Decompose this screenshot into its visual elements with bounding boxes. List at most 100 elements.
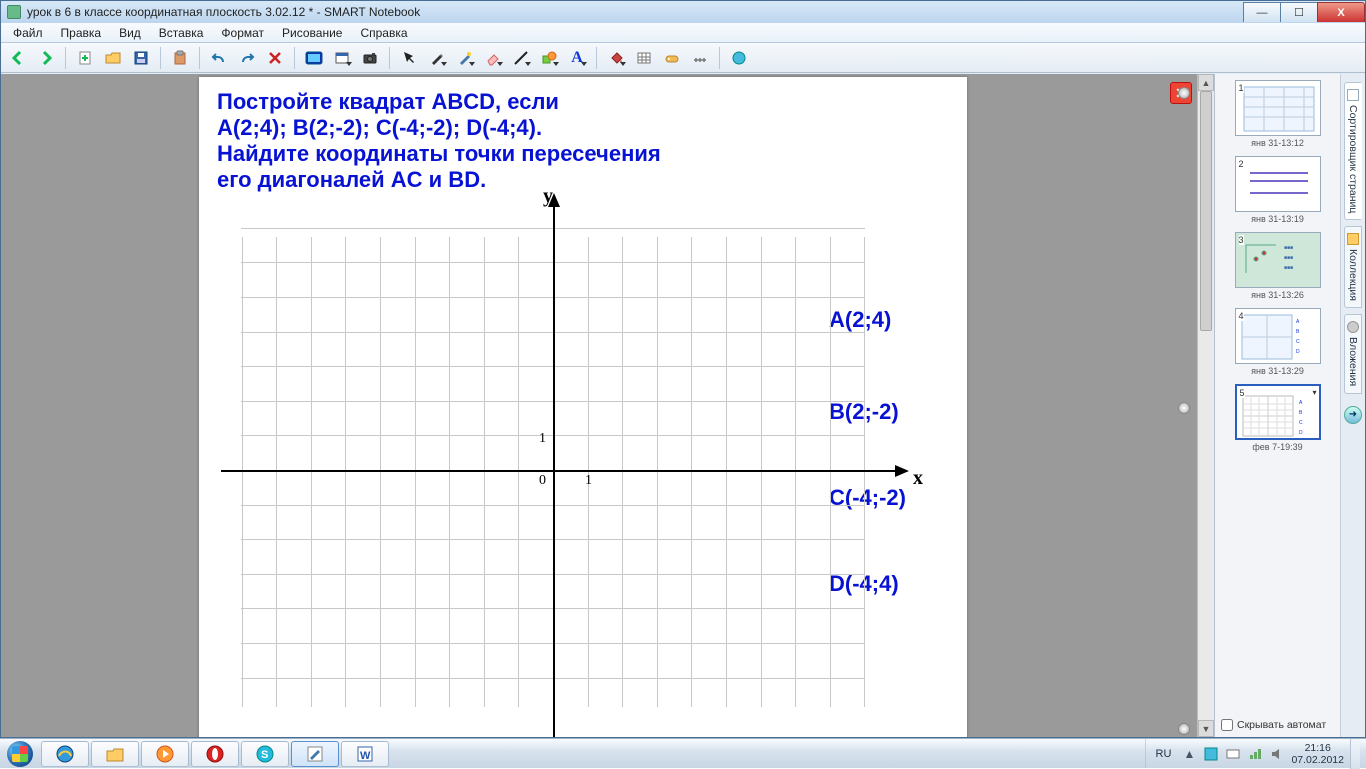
gallery-icon <box>1347 233 1359 245</box>
menu-edit[interactable]: Правка <box>53 24 110 42</box>
handle-icon[interactable] <box>1178 87 1190 99</box>
toolbar: A <box>1 43 1365 73</box>
creative-pen-icon[interactable] <box>452 46 478 70</box>
thumb-number: 3 <box>1239 235 1244 245</box>
task-ie[interactable] <box>41 741 89 767</box>
menu-insert[interactable]: Вставка <box>151 24 212 42</box>
task-word[interactable]: W <box>341 741 389 767</box>
task-opera[interactable] <box>191 741 239 767</box>
thumbnail[interactable]: 4 ABCD янв 31-13:29 <box>1235 308 1321 376</box>
window-controls: — ☐ X <box>1244 2 1365 22</box>
tab-page-sorter[interactable]: Сортировщик страниц <box>1344 82 1362 220</box>
toolbar-separator <box>596 47 597 69</box>
fill-icon[interactable] <box>603 46 629 70</box>
y-axis-label: у <box>543 185 553 208</box>
delete-icon[interactable] <box>262 46 288 70</box>
menu-format[interactable]: Формат <box>213 24 272 42</box>
slide-page[interactable]: Постройте квадрат ABCD, если A(2;4); B(2… <box>199 77 967 737</box>
collapse-panel-icon[interactable]: ➜ <box>1344 406 1362 424</box>
svg-text:W: W <box>360 750 371 762</box>
thumb-timestamp: фев 7-19:39 <box>1235 442 1321 452</box>
pen-icon[interactable] <box>424 46 450 70</box>
tab-gallery[interactable]: Коллекция <box>1344 226 1362 308</box>
paperclip-icon <box>1347 321 1359 333</box>
clock-date: 07.02.2012 <box>1291 754 1344 766</box>
table-icon[interactable] <box>631 46 657 70</box>
thumbnail[interactable]: 2 янв 31-13:19 <box>1235 156 1321 224</box>
paste-icon[interactable] <box>167 46 193 70</box>
thumbnail[interactable]: 1 янв 31-13:12 <box>1235 80 1321 148</box>
clock[interactable]: 21:16 07.02.2012 <box>1291 742 1344 766</box>
smart-icon[interactable] <box>726 46 752 70</box>
svg-text:■■■: ■■■ <box>1284 265 1293 271</box>
start-button[interactable] <box>0 739 40 769</box>
camera-icon[interactable] <box>357 46 383 70</box>
origin-label: 0 <box>539 473 546 489</box>
tray-action-icon[interactable] <box>1225 746 1241 762</box>
thumbnail[interactable]: 3 ■■■■■■■■■ янв 31-13:26 <box>1235 232 1321 300</box>
undo-icon[interactable] <box>206 46 232 70</box>
handle-icon[interactable] <box>1178 723 1190 735</box>
fullscreen-icon[interactable] <box>329 46 355 70</box>
toolbar-separator <box>294 47 295 69</box>
thumb-number: 4 <box>1239 311 1244 321</box>
task-media-player[interactable] <box>141 741 189 767</box>
page-sorter-panel: 1 янв 31-13:12 2 янв 31-13:19 3 ■■■■■■■■… <box>1214 74 1365 737</box>
scroll-thumb[interactable] <box>1200 91 1212 331</box>
auto-hide-checkbox[interactable]: Скрывать автомат <box>1221 719 1326 731</box>
app-window: урок в 6 в классе координатная плоскость… <box>0 0 1366 738</box>
svg-text:S: S <box>261 749 268 761</box>
thumb-timestamp: янв 31-13:12 <box>1235 138 1321 148</box>
maximize-button[interactable]: ☐ <box>1280 2 1318 22</box>
auto-hide-input[interactable] <box>1221 719 1233 731</box>
screen-shade-icon[interactable] <box>301 46 327 70</box>
toolbar-separator <box>199 47 200 69</box>
tray-volume-icon[interactable] <box>1269 746 1285 762</box>
page-sorter-icon <box>1347 89 1359 101</box>
thumbnail[interactable]: 5 ABCD ▾ фев 7-19:39 <box>1235 384 1321 452</box>
handle-icon[interactable] <box>1178 402 1190 414</box>
prev-page-icon[interactable] <box>5 46 31 70</box>
tray-network-icon[interactable] <box>1247 746 1263 762</box>
show-desktop-button[interactable] <box>1350 739 1360 769</box>
scroll-down-icon[interactable]: ▼ <box>1198 720 1214 737</box>
properties-icon[interactable] <box>659 46 685 70</box>
menu-file[interactable]: Файл <box>5 24 51 42</box>
tray-smart-icon[interactable] <box>1203 746 1219 762</box>
tray-flag-icon[interactable]: ▲ <box>1181 746 1197 762</box>
menu-view[interactable]: Вид <box>111 24 149 42</box>
canvas-area[interactable]: Постройте квадрат ABCD, если A(2;4); B(2… <box>1 74 1214 737</box>
shape-icon[interactable] <box>536 46 562 70</box>
save-icon[interactable] <box>128 46 154 70</box>
redo-icon[interactable] <box>234 46 260 70</box>
next-page-icon[interactable] <box>33 46 59 70</box>
task-skype[interactable]: S <box>241 741 289 767</box>
titlebar: урок в 6 в классе координатная плоскость… <box>1 1 1365 23</box>
tab-attachments[interactable]: Вложения <box>1344 314 1362 393</box>
measurement-icon[interactable] <box>687 46 713 70</box>
task-explorer[interactable] <box>91 741 139 767</box>
language-indicator[interactable]: RU <box>1152 748 1176 760</box>
select-icon[interactable] <box>396 46 422 70</box>
menu-draw[interactable]: Рисование <box>274 24 350 42</box>
text-icon[interactable]: A <box>564 46 590 70</box>
svg-text:B: B <box>1296 329 1300 335</box>
menu-bar: Файл Правка Вид Вставка Формат Рисование… <box>1 23 1365 43</box>
line-icon[interactable] <box>508 46 534 70</box>
tick-x-1: 1 <box>585 473 592 489</box>
vertical-scrollbar[interactable]: ▲ ▼ <box>1197 74 1214 737</box>
svg-text:C: C <box>1296 339 1300 345</box>
system-tray: RU ▲ 21:16 07.02.2012 <box>1145 739 1366 768</box>
y-axis <box>553 205 555 737</box>
scroll-up-icon[interactable]: ▲ <box>1198 74 1214 91</box>
menu-help[interactable]: Справка <box>352 24 415 42</box>
minimize-button[interactable]: — <box>1243 2 1281 22</box>
tab-label: Вложения <box>1347 337 1359 386</box>
close-button[interactable]: X <box>1317 2 1365 22</box>
add-page-icon[interactable] <box>72 46 98 70</box>
side-tabs: Сортировщик страниц Коллекция Вложения ➜ <box>1340 74 1365 737</box>
task-smart-notebook[interactable] <box>291 741 339 767</box>
toolbar-separator <box>389 47 390 69</box>
open-icon[interactable] <box>100 46 126 70</box>
eraser-icon[interactable] <box>480 46 506 70</box>
